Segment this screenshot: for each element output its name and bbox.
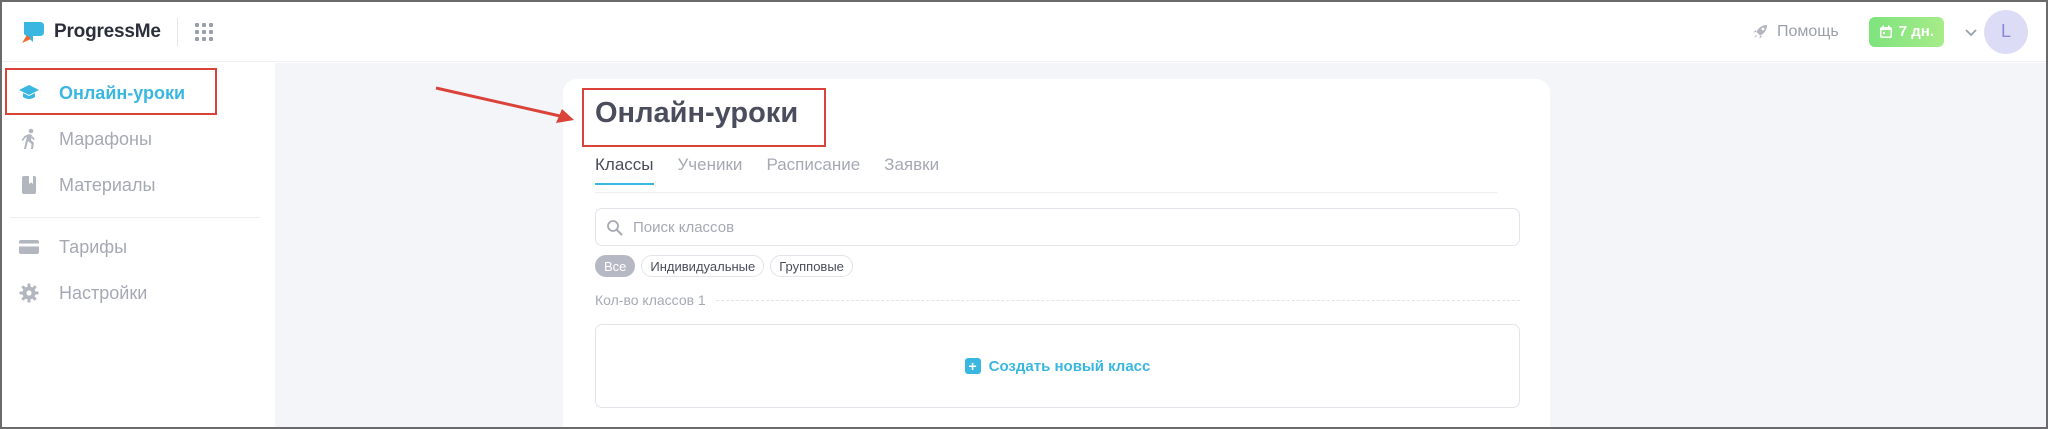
class-filter-chips: Все Индивидуальные Групповые — [595, 255, 859, 277]
apps-grid-icon[interactable] — [194, 22, 214, 42]
credit-card-icon — [18, 236, 40, 258]
tab-students[interactable]: Ученики — [678, 155, 743, 185]
app-window: ProgressMe Помощь 7 дн. L Онлайн-уроки М… — [0, 0, 2048, 429]
tab-requests[interactable]: Заявки — [884, 155, 939, 185]
sidebar-item-label: Тарифы — [59, 236, 128, 257]
tabs-underline — [595, 192, 1497, 193]
search-input[interactable] — [633, 218, 1493, 236]
logo[interactable]: ProgressMe — [20, 19, 161, 45]
trial-days-label: 7 дн. — [1898, 23, 1934, 40]
create-class-label: Создать новый класс — [988, 357, 1151, 375]
plus-icon: + — [964, 358, 981, 374]
logo-text: ProgressMe — [54, 20, 161, 42]
sidebar-item-label: Материалы — [59, 174, 156, 195]
progressme-logo-icon — [22, 21, 44, 43]
sidebar-item-marathons[interactable]: Марафоны — [2, 117, 275, 161]
user-avatar[interactable]: L — [1984, 9, 2028, 54]
tabs: Классы Ученики Расписание Заявки — [595, 155, 963, 185]
sidebar-item-settings[interactable]: Настройки — [2, 271, 275, 315]
sidebar-item-label: Марафоны — [59, 128, 152, 149]
sidebar: Онлайн-уроки Марафоны Материалы Тарифы Н… — [2, 63, 275, 427]
filter-group-chip[interactable]: Групповые — [770, 255, 853, 277]
avatar-initial: L — [2000, 21, 2011, 41]
class-count-row: Кол-во классов 1 — [595, 292, 1520, 308]
header-divider — [176, 17, 178, 46]
help-link[interactable]: Помощь — [1752, 23, 1839, 41]
sidebar-item-tariffs[interactable]: Тарифы — [2, 225, 275, 269]
running-person-icon — [18, 128, 40, 150]
tab-classes[interactable]: Классы — [595, 155, 654, 185]
annotation-arrow-icon — [435, 86, 574, 123]
sidebar-item-label: Настройки — [59, 282, 148, 303]
help-label: Помощь — [1776, 22, 1839, 40]
filter-individual-chip[interactable]: Индивидуальные — [641, 255, 765, 277]
book-icon — [18, 174, 40, 196]
annotation-box-sidebar — [5, 68, 217, 115]
create-class-button[interactable]: + Создать новый класс — [595, 324, 1520, 408]
sidebar-item-materials[interactable]: Материалы — [2, 163, 275, 207]
filter-all-chip[interactable]: Все — [595, 255, 636, 277]
sidebar-divider — [10, 217, 260, 218]
class-count-label: Кол-во классов 1 — [595, 292, 706, 308]
rocket-icon — [1753, 25, 1767, 39]
dashed-divider — [715, 299, 1520, 301]
calendar-icon — [1879, 25, 1892, 38]
search-box — [595, 208, 1520, 246]
header-actions: Помощь 7 дн. L — [1752, 9, 2028, 54]
trial-days-badge[interactable]: 7 дн. — [1868, 16, 1944, 47]
annotation-box-title — [582, 88, 826, 147]
search-icon — [607, 219, 623, 235]
top-header: ProgressMe Помощь 7 дн. L — [2, 2, 2046, 62]
chevron-down-icon[interactable] — [1964, 25, 1978, 39]
tab-schedule[interactable]: Расписание — [766, 155, 860, 185]
gear-icon — [18, 282, 40, 304]
